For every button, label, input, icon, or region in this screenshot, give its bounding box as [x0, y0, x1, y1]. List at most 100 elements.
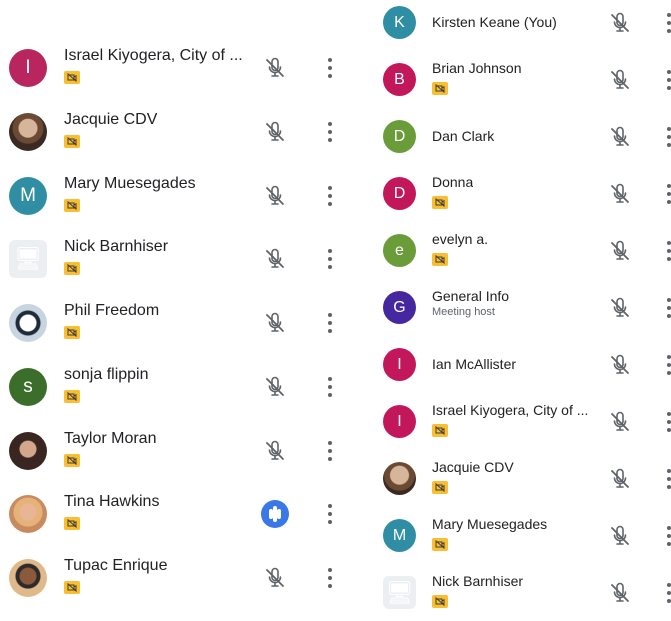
more-options-button[interactable] — [666, 298, 671, 318]
camera-off-badge — [432, 424, 448, 437]
mic-off-icon — [608, 182, 632, 206]
more-options-button[interactable] — [666, 70, 671, 90]
participant-role: Meeting host — [432, 306, 495, 318]
camera-off-badge — [64, 453, 80, 467]
audio-level-icon — [261, 500, 289, 529]
more-options-button[interactable] — [666, 355, 671, 375]
avatar-initial: B — [394, 70, 405, 88]
more-options-button[interactable] — [666, 412, 671, 432]
participant-row[interactable]: I Ian McAllister — [370, 337, 671, 393]
participant-row[interactable]: 🖥 Nick Barnhiser — [0, 231, 355, 287]
more-options-button[interactable] — [327, 440, 333, 461]
avatar: M — [9, 176, 47, 215]
more-options-button[interactable] — [666, 13, 671, 33]
videocam-off-icon — [435, 198, 445, 207]
participant-row[interactable]: Tina Hawkins — [0, 486, 355, 542]
avatar: 🖥 — [9, 240, 47, 279]
mic-off-icon — [263, 56, 287, 80]
videocam-off-icon — [435, 84, 445, 93]
mic-off-icon — [608, 239, 632, 263]
more-options-button[interactable] — [327, 58, 333, 78]
participant-row[interactable]: Jacquie CDV — [370, 451, 671, 507]
participant-name: Nick Barnhiser — [64, 238, 169, 256]
mic-off-icon — [263, 120, 287, 144]
more-options-button[interactable] — [666, 241, 671, 261]
more-options-button[interactable] — [327, 185, 333, 206]
more-options-button[interactable] — [327, 121, 333, 142]
avatar: K — [383, 6, 416, 39]
participant-row[interactable]: Jacquie CDV — [0, 104, 355, 160]
participant-name: Jacquie CDV — [64, 110, 158, 128]
avatar-initial: I — [397, 355, 402, 373]
avatar — [9, 559, 47, 597]
videocam-off-icon — [67, 136, 77, 146]
computer-icon: 🖥 — [385, 579, 414, 605]
mic-off-icon — [608, 11, 632, 35]
mic-off-icon — [608, 524, 632, 548]
mic-off-icon — [263, 439, 287, 463]
participant-name: Nick Barnhiser — [432, 573, 524, 589]
videocam-off-icon — [67, 328, 77, 337]
avatar-initial: I — [397, 412, 402, 430]
avatar-initial: D — [393, 184, 406, 202]
participant-row[interactable]: D Dan Clark — [370, 109, 671, 165]
avatar: B — [383, 63, 416, 96]
camera-off-badge — [64, 389, 80, 403]
participant-row[interactable]: K Kirsten Keane (You) — [370, 0, 671, 51]
videocam-off-icon — [67, 73, 77, 82]
more-options-button[interactable] — [327, 568, 333, 588]
avatar: I — [383, 348, 416, 381]
mic-off-icon — [263, 247, 287, 271]
videocam-off-icon — [67, 455, 77, 465]
participant-row[interactable]: M Mary Muesegades — [0, 168, 355, 224]
participant-name: Israel Kiyogera, City of ... — [432, 402, 589, 418]
mic-off-icon — [608, 467, 632, 491]
mic-off-icon — [608, 68, 632, 92]
avatar-initial: M — [20, 184, 36, 206]
videocam-off-icon — [67, 391, 77, 401]
avatar-initial: e — [395, 241, 404, 259]
participant-row[interactable]: e evelyn a. — [370, 223, 671, 279]
mic-off-icon — [263, 311, 287, 335]
participant-name: Dan Clark — [432, 128, 495, 144]
more-options-button[interactable] — [666, 469, 671, 489]
avatar: e — [383, 234, 416, 267]
more-options-button[interactable] — [327, 313, 333, 333]
participant-row[interactable]: s sonja flippin — [0, 359, 355, 415]
more-options-button[interactable] — [666, 127, 671, 147]
avatar: I — [383, 405, 416, 438]
videocam-off-icon — [67, 200, 77, 210]
mic-off-icon — [608, 581, 632, 605]
more-options-button[interactable] — [327, 376, 333, 397]
camera-off-badge — [64, 71, 80, 84]
participant-row[interactable]: G General Info Meeting host — [370, 280, 671, 336]
participant-name: General Info — [432, 288, 510, 304]
avatar: 🖥 — [383, 576, 416, 609]
camera-off-badge — [64, 198, 80, 212]
avatar — [9, 495, 47, 534]
avatar-initial: G — [393, 298, 406, 316]
participant-row[interactable]: D Donna — [370, 166, 671, 222]
videocam-off-icon — [435, 255, 445, 264]
participant-row[interactable]: 🖥 Nick Barnhiser — [370, 565, 671, 621]
participant-row[interactable]: Tupac Enrique — [0, 550, 355, 606]
camera-off-badge — [64, 326, 80, 339]
mic-off-icon — [608, 410, 632, 434]
mic-off-icon — [608, 353, 632, 377]
more-options-button[interactable] — [666, 583, 671, 603]
more-options-button[interactable] — [666, 184, 671, 204]
participant-row[interactable]: I Israel Kiyogera, City of ... — [0, 40, 355, 96]
participant-row[interactable]: M Mary Muesegades — [370, 508, 671, 564]
avatar — [383, 462, 416, 495]
participant-row[interactable]: Phil Freedom — [0, 295, 355, 351]
participant-row[interactable]: I Israel Kiyogera, City of ... — [370, 394, 671, 450]
more-options-button[interactable] — [327, 504, 333, 525]
videocam-off-icon — [435, 426, 445, 435]
participant-row[interactable]: B Brian Johnson — [370, 52, 671, 108]
more-options-button[interactable] — [666, 526, 671, 546]
avatar: D — [383, 177, 416, 210]
participant-row[interactable]: Taylor Moran — [0, 423, 355, 479]
avatar — [9, 431, 47, 470]
more-options-button[interactable] — [327, 249, 333, 270]
camera-off-badge — [64, 581, 80, 594]
